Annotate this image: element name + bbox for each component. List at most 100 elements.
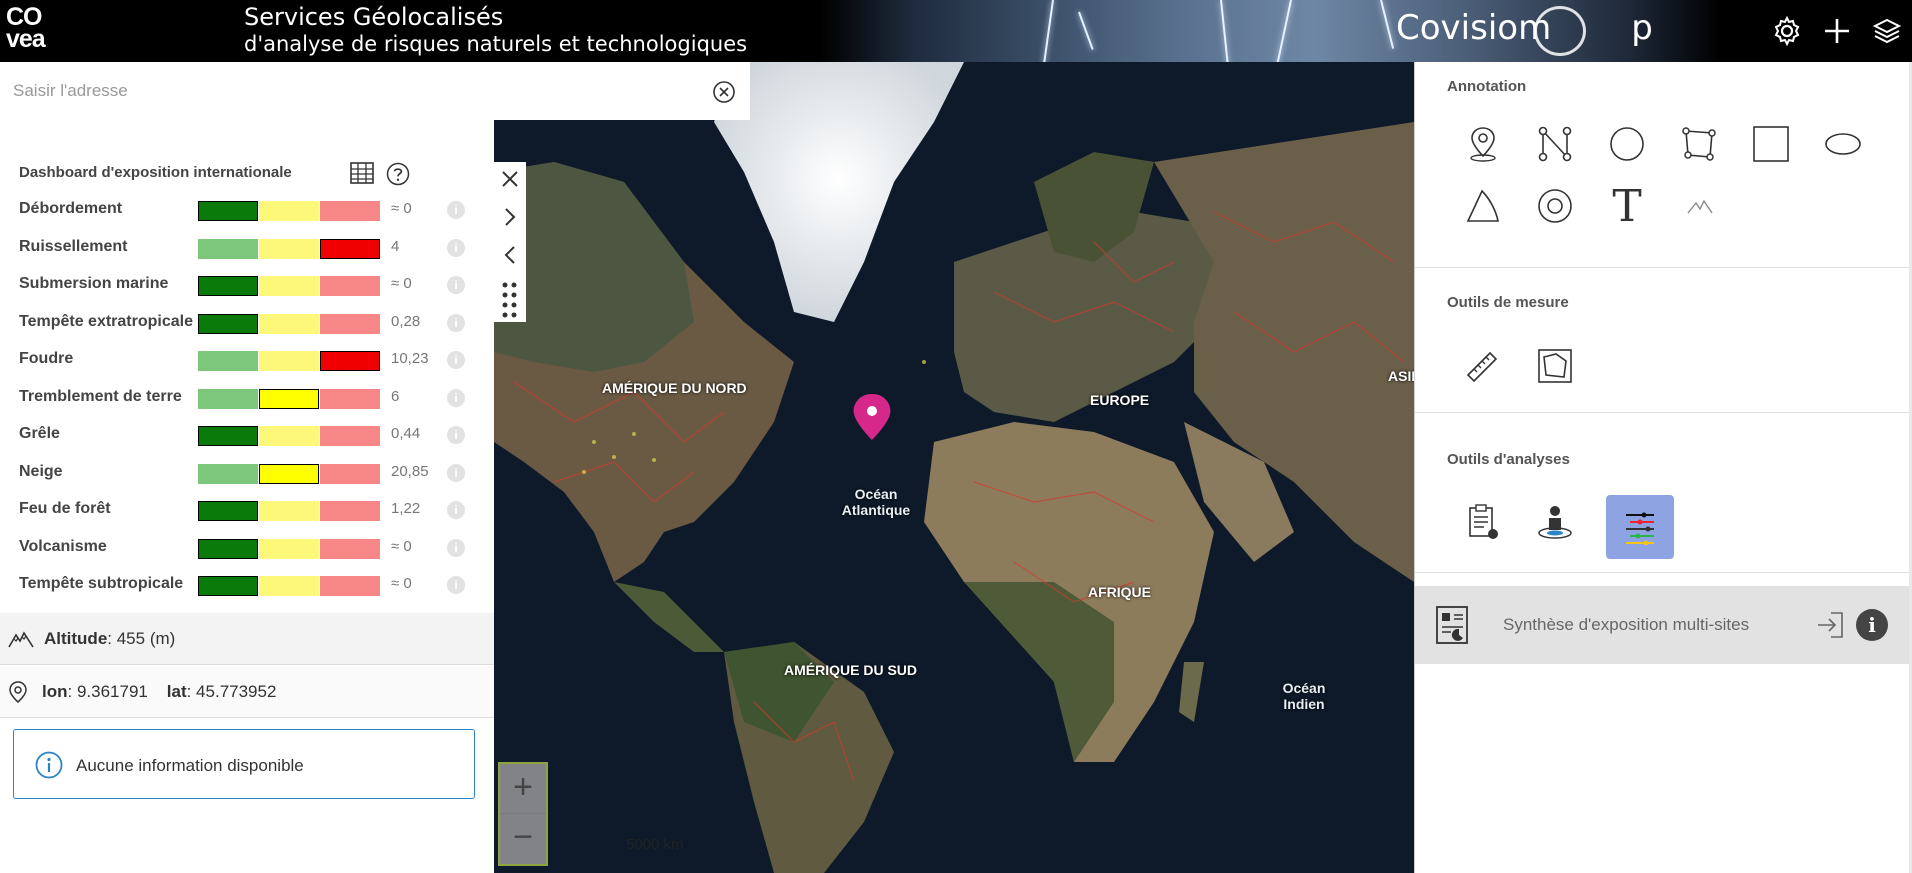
drag-handle-icon[interactable] <box>499 280 521 320</box>
annotation-title: Annotation <box>1447 78 1527 95</box>
hazard-low-segment <box>198 576 258 596</box>
hazard-low-segment <box>198 426 258 446</box>
clear-search-icon[interactable] <box>712 80 736 104</box>
ellipse-tool-icon[interactable] <box>1817 118 1869 170</box>
altitude-text: Altitude: 455 (m) <box>44 629 176 648</box>
hazard-info-icon[interactable]: i <box>447 576 465 594</box>
address-search <box>0 62 750 120</box>
freehand-tool-icon[interactable] <box>1673 180 1725 232</box>
hazard-high-segment <box>320 238 380 259</box>
hazard-level-bar <box>198 426 380 446</box>
header-title: Services Géolocalisés d'analyse de risqu… <box>244 2 747 56</box>
hazard-row: Tempête extratropicale 0,28 i <box>0 307 494 337</box>
hazard-level-bar <box>198 388 380 409</box>
hazard-info-icon[interactable]: i <box>447 201 465 219</box>
multisite-synthesis[interactable]: Synthèse d'exposition multi-sites i <box>1415 586 1911 664</box>
hazard-level-bar <box>198 501 380 521</box>
hazard-value: 0,44 <box>391 425 421 442</box>
chevron-left-icon[interactable] <box>499 244 521 266</box>
report-chart-icon <box>1435 605 1469 650</box>
hazard-medium-segment <box>259 538 319 559</box>
tools-panel: Annotation T Outils de mesure Outils d'a… <box>1414 62 1912 873</box>
hazard-level-bar <box>198 463 380 484</box>
circle-tool-icon[interactable] <box>1601 118 1653 170</box>
hazard-value: 0,28 <box>391 312 421 330</box>
hazard-medium-segment <box>259 501 319 521</box>
hazard-info-icon[interactable]: i <box>447 538 465 557</box>
ruler-icon[interactable] <box>1457 340 1509 392</box>
marker-tool-icon[interactable] <box>1457 118 1509 170</box>
polygon-tool-icon[interactable] <box>1673 118 1725 170</box>
report-clipboard-icon[interactable] <box>1457 496 1509 548</box>
rectangle-tool-icon[interactable] <box>1745 118 1797 170</box>
world-map[interactable]: AMÉRIQUE DU NORD EUROPE ASIE AFRIQUE AMÉ… <box>494 62 1414 873</box>
hazard-label: Neige <box>19 462 63 480</box>
info-circle-icon <box>35 751 63 784</box>
hazard-medium-segment <box>259 313 319 334</box>
address-search-input[interactable] <box>0 62 710 120</box>
hazard-label: Volcanisme <box>19 537 107 555</box>
hazard-info-icon[interactable]: i <box>447 351 465 369</box>
hazard-info-icon[interactable]: i <box>447 463 465 482</box>
analysis-tools-title: Outils d'analyses <box>1447 451 1570 468</box>
hazard-info-icon[interactable]: i <box>447 501 465 519</box>
hazard-info-icon[interactable]: i <box>447 313 465 332</box>
hazard-medium-segment <box>259 201 319 221</box>
hazard-level-bar <box>198 576 380 596</box>
ring-tool-icon[interactable] <box>1529 180 1581 232</box>
hazard-level-bar <box>198 538 380 559</box>
hazard-info-icon[interactable]: i <box>447 276 465 294</box>
zoom-control: + − <box>498 762 548 866</box>
hazard-row: Ruissellement 4 i <box>0 232 494 262</box>
text-tool-icon[interactable]: T <box>1601 180 1653 232</box>
hazard-label: Débordement <box>19 200 123 217</box>
hazard-info-icon[interactable]: i <box>447 238 465 257</box>
polyline-tool-icon[interactable] <box>1529 118 1581 170</box>
hazard-medium-segment <box>259 426 319 446</box>
hazard-info-icon[interactable]: i <box>447 426 465 444</box>
hazard-low-segment <box>198 501 258 521</box>
person-location-icon[interactable] <box>1529 496 1581 548</box>
hazard-value: 1,22 <box>391 500 421 517</box>
hazard-low-segment <box>198 238 258 259</box>
hazard-medium-segment <box>259 576 319 596</box>
exposure-dashboard: Dashboard d'exposition internationale Dé… <box>0 126 494 873</box>
layers-icon[interactable] <box>1870 14 1904 48</box>
hazard-label: Submersion marine <box>19 275 169 292</box>
zoom-in-button[interactable]: + <box>500 764 546 814</box>
altitude-bar: Altitude: 455 (m) <box>0 613 494 665</box>
multisite-label: Synthèse d'exposition multi-sites <box>1503 615 1750 634</box>
chevron-right-icon[interactable] <box>499 206 521 228</box>
multisite-info-icon[interactable]: i <box>1856 609 1888 641</box>
hazard-label: Feu de forêt <box>19 500 111 517</box>
measure-tools-title: Outils de mesure <box>1447 294 1569 311</box>
area-measure-icon[interactable] <box>1529 340 1581 392</box>
location-pin-icon <box>8 680 28 709</box>
hazard-value: 10,23 <box>391 350 429 367</box>
enter-icon[interactable] <box>1815 610 1845 645</box>
hazard-high-segment <box>320 351 380 371</box>
close-icon[interactable] <box>499 168 521 190</box>
settings-gear-icon[interactable] <box>1770 14 1804 48</box>
sector-tool-icon[interactable] <box>1457 180 1509 232</box>
add-plus-icon[interactable] <box>1820 14 1854 48</box>
hazard-row: Submersion marine ≈ 0 i <box>0 269 494 299</box>
hazard-level-bar <box>198 276 380 296</box>
hazard-level-bar <box>198 238 380 259</box>
hazard-label: Foudre <box>19 350 74 367</box>
hazard-row: Foudre 10,23 i <box>0 344 494 374</box>
hazard-row: Volcanisme ≈ 0 i <box>0 532 494 562</box>
table-icon[interactable] <box>350 162 374 189</box>
coordinates-text: lon: 9.361791 lat: 45.773952 <box>42 682 277 701</box>
hazard-value: 6 <box>391 387 400 405</box>
map-terrain <box>494 62 1414 873</box>
globe-logo-icon <box>1534 6 1586 56</box>
hazard-high-segment <box>320 538 380 559</box>
hazard-info-icon[interactable]: i <box>447 388 465 407</box>
multi-site-analysis-icon[interactable] <box>1606 495 1674 559</box>
dashboard-title: Dashboard d'exposition internationale <box>19 164 292 181</box>
map-label-europe: EUROPE <box>1090 392 1150 408</box>
help-icon[interactable] <box>386 162 410 191</box>
zoom-out-button[interactable]: − <box>500 814 546 864</box>
info-message-box: Aucune information disponible <box>13 729 475 799</box>
